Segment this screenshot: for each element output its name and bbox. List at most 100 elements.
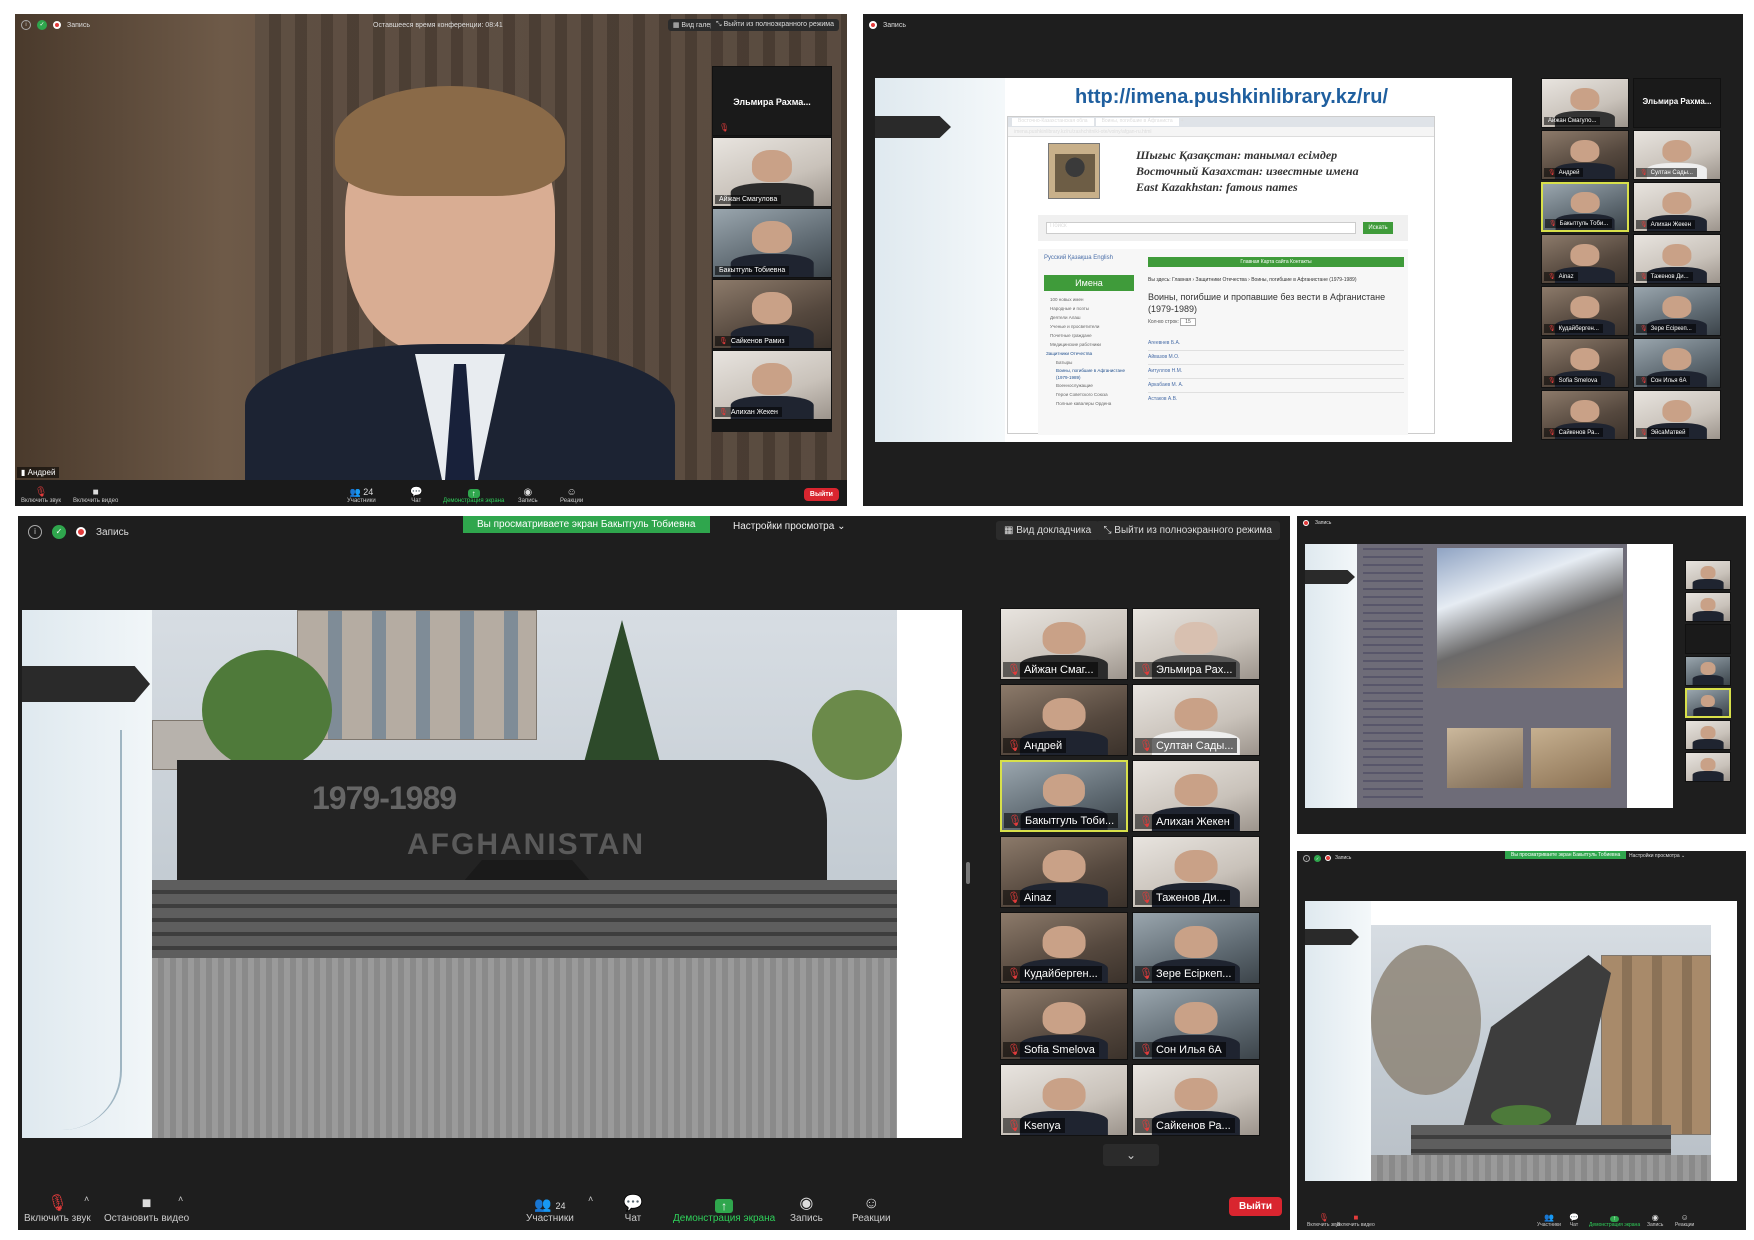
share-screen-button[interactable]: ↑ Демонстрация экрана [673, 1199, 775, 1224]
participant-tile[interactable]: 🎙︎ Алихан Жекен [1132, 760, 1260, 832]
participant-tile[interactable]: 🎙︎ Кудайберген... [1000, 912, 1128, 984]
participant-tile[interactable] [1685, 624, 1731, 654]
participant-tile[interactable]: 🎙︎ Сон Илья 6А [1132, 988, 1260, 1060]
participant-tile[interactable]: 🎙︎ Таженов Ди... [1132, 836, 1260, 908]
search-input[interactable]: Поиск [1046, 222, 1356, 234]
browser-tab[interactable]: Восточно-Казахстанская обла [1012, 118, 1094, 126]
list-item[interactable]: Айвазов М.О. [1148, 351, 1404, 365]
participant-tile-active-speaker[interactable] [1685, 688, 1731, 718]
mute-button[interactable]: 🎙︎ Включить звук [24, 1193, 91, 1224]
participant-tile[interactable] [1685, 720, 1731, 750]
video-button[interactable]: ■ Включить видео [73, 487, 118, 504]
chat-button[interactable]: 💬 Чат [623, 1193, 643, 1224]
new-tab-icon[interactable]: + [1181, 118, 1184, 126]
chat-button[interactable]: 💬 Чат [410, 487, 422, 504]
participant-tile[interactable]: 🎙︎ Ksenya [1000, 1064, 1128, 1136]
gallery-next-button[interactable]: ⌄ [1103, 1144, 1159, 1166]
participant-tile[interactable]: Бакытгуль Тобиевна [712, 208, 832, 278]
exit-fullscreen-button[interactable]: ⤡ Выйти из полноэкранного режима [711, 19, 839, 31]
address-bar[interactable]: imena.pushkinlibrary.kz/ru/zashchitniki-… [1008, 127, 1434, 137]
exit-fullscreen-button[interactable]: ⤡ Выйти из полноэкранного режима [1095, 521, 1280, 540]
reactions-button[interactable]: ☺ Реакции [852, 1195, 891, 1224]
participant-tile[interactable]: 🎙︎ Зере Есіркеп... [1132, 912, 1260, 984]
participant-tile[interactable] [1685, 560, 1731, 590]
participant-tile[interactable]: 🎙︎ Султан Сады... [1633, 130, 1721, 180]
participant-tile[interactable]: 🎙︎ Султан Сады... [1132, 684, 1260, 756]
sidebar-item[interactable]: Герои Советского Союза [1046, 390, 1138, 399]
chevron-up-icon[interactable]: ˄ [588, 1194, 593, 1204]
info-icon[interactable]: i [21, 20, 31, 30]
info-icon[interactable]: i [28, 525, 42, 539]
participant-tile[interactable]: Айжан Смагуло... [1541, 78, 1629, 128]
sidebar-item[interactable]: Народные и поэты [1046, 304, 1138, 313]
sidebar-item[interactable]: Почетные граждане [1046, 331, 1138, 340]
record-button[interactable]: ◉ Запись [518, 487, 538, 504]
participant-tile[interactable]: 🎙︎ Сайкенов Ра... [1541, 390, 1629, 440]
list-item[interactable]: Аркабаев М. А. [1148, 379, 1404, 393]
participant-tile[interactable]: 🎙︎ Сон Илья 6А [1633, 338, 1721, 388]
language-links[interactable]: Русский Қазақша English [1044, 255, 1113, 261]
sidebar-item[interactable]: Защитники Отечества [1046, 349, 1138, 358]
chevron-up-icon[interactable]: ˄ [178, 1194, 183, 1204]
participant-tile[interactable]: 🎙︎ Зере Есіркеп... [1633, 286, 1721, 336]
list-item[interactable]: Аитуллов Н.М. [1148, 365, 1404, 379]
chat-button[interactable]: 💬 Чат [1569, 1213, 1579, 1228]
video-button[interactable]: ■ Остановить видео [104, 1195, 189, 1224]
sidebar-item[interactable]: Деятели Алаш [1046, 313, 1138, 322]
sidebar-item[interactable]: 100 новых имен [1046, 295, 1138, 304]
participant-tile[interactable]: 🎙︎ Андрей [1541, 130, 1629, 180]
mute-button[interactable]: 🎙︎ Включить звук [21, 487, 61, 504]
rows-select[interactable]: 15 [1180, 318, 1196, 326]
sidebar-item[interactable]: Полные кавалеры Ордена [1046, 399, 1138, 408]
participant-tile[interactable]: Эльмира Рахма... 🎙︎ [712, 66, 832, 136]
share-screen-button[interactable]: ↑ Демонстрация экрана [1589, 1216, 1640, 1228]
sidebar-item[interactable]: Медицинские работники [1046, 340, 1138, 349]
sidebar-item[interactable]: Воины, погибшие в Афганистане (1979-1989… [1046, 367, 1138, 381]
browser-tab[interactable]: Воины, погибшие в Афганиста [1095, 118, 1179, 126]
participants-button[interactable]: 👥 24 Участники [347, 487, 376, 504]
participant-tile[interactable]: 🎙︎ Эльмира Рах... [1132, 608, 1260, 680]
participant-tile-active-speaker[interactable]: 🎙︎ Бакытгуль Тоби... [1541, 182, 1629, 232]
participant-tile[interactable]: 🎙︎ Таженов Ди... [1633, 234, 1721, 284]
list-item[interactable]: Агеевнев Б.А. [1148, 337, 1404, 351]
participant-tile[interactable]: 🎙︎ Алихан Жекен [1633, 182, 1721, 232]
sidebar-item[interactable]: Батыры [1046, 358, 1138, 367]
list-item[interactable]: Астаков А.В. [1148, 393, 1404, 407]
sidebar-item[interactable]: Ученые и просветители [1046, 322, 1138, 331]
participant-tile[interactable]: Эльмира Рахма... [1633, 78, 1721, 128]
participant-tile[interactable]: 🎙︎ Sofia Smelova [1000, 988, 1128, 1060]
participant-tile[interactable]: 🎙︎ Ainaz [1541, 234, 1629, 284]
leave-button[interactable]: Выйти [803, 488, 839, 501]
view-settings-button[interactable]: Настройки просмотра ⌄ [1629, 853, 1685, 859]
panel-divider-handle[interactable] [966, 862, 970, 884]
chevron-up-icon[interactable]: ˄ [84, 1194, 89, 1204]
record-button[interactable]: ◉ Запись [790, 1193, 823, 1224]
top-nav[interactable]: Главная Карта сайта Контакты [1148, 257, 1404, 267]
participant-tile[interactable]: 🎙︎ Кудайберген... [1541, 286, 1629, 336]
sidebar-item[interactable]: Военнослужащие [1046, 381, 1138, 390]
search-button[interactable]: Искать [1363, 222, 1393, 234]
share-screen-button[interactable]: ↑ Демонстрация экрана [443, 489, 504, 504]
participants-button[interactable]: 👥 24 Участники [526, 1196, 574, 1224]
view-settings-button[interactable]: Настройки просмотра ⌄ [733, 521, 845, 532]
participant-tile[interactable]: 🎙︎ Сайкенов Рамиз [712, 279, 832, 349]
participant-tile[interactable]: 🎙︎ Айжан Смаг... [1000, 608, 1128, 680]
participant-tile[interactable] [1685, 592, 1731, 622]
participants-button[interactable]: 👥 Участники [1537, 1213, 1561, 1228]
participant-tile[interactable]: 🎙︎ Ainaz [1000, 836, 1128, 908]
mute-button[interactable]: 🎙︎ Включить звук [1307, 1213, 1340, 1228]
participant-tile[interactable]: 🎙︎ ЭйсаМатвей [1633, 390, 1721, 440]
video-button[interactable]: ■ Включить видео [1337, 1213, 1375, 1228]
speaker-view-button[interactable]: ▦ Вид докладчика [996, 521, 1100, 540]
record-button[interactable]: ◉ Запись [1647, 1213, 1663, 1228]
participant-tile[interactable] [1685, 656, 1731, 686]
reactions-button[interactable]: ☺ Реакции [560, 487, 583, 504]
reactions-button[interactable]: ☺ Реакции [1675, 1213, 1694, 1228]
participant-tile[interactable]: 🎙︎ Алихан Жекен [712, 350, 832, 420]
participant-tile[interactable]: Айжан Смагулова [712, 137, 832, 207]
leave-button[interactable]: Выйти [1229, 1197, 1282, 1216]
participant-tile[interactable] [1685, 752, 1731, 782]
participant-tile[interactable]: 🎙︎ Сайкенов Ра... [1132, 1064, 1260, 1136]
participant-tile[interactable]: 🎙︎ Sofia Smelova [1541, 338, 1629, 388]
info-icon[interactable]: i [1303, 854, 1310, 862]
